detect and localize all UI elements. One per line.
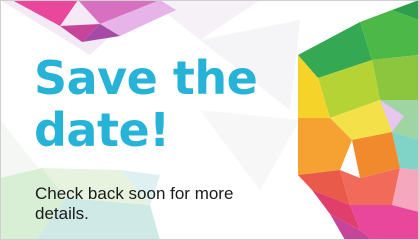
- headline: Save the date!: [34, 51, 258, 157]
- right-gem-facet: [372, 55, 419, 100]
- details-text: Check back soon for more details.: [35, 184, 234, 223]
- save-the-date-banner[interactable]: Save the date! Check back soon for more …: [0, 0, 419, 240]
